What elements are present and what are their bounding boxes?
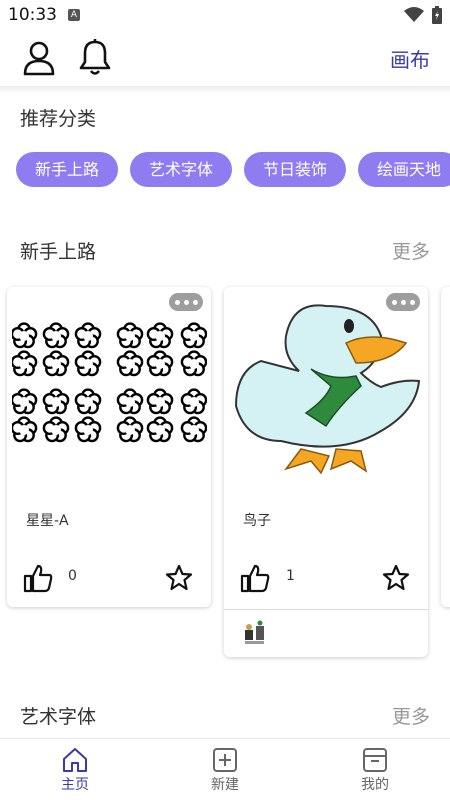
- like-count: 0: [68, 568, 77, 584]
- flower-shape: [146, 416, 174, 443]
- flower-shape: [42, 388, 70, 415]
- flower-shape: [74, 322, 102, 349]
- nav-mine[interactable]: 我的: [300, 739, 450, 801]
- flower-shape: [12, 322, 38, 349]
- thumbs-up-icon[interactable]: [23, 563, 53, 593]
- bottom-nav: 主页 新建 我的: [0, 738, 450, 801]
- thumbs-up-icon[interactable]: [240, 563, 270, 593]
- plus-box-icon: [213, 748, 237, 772]
- like-count: 1: [286, 568, 295, 584]
- flower-shape: [42, 350, 70, 377]
- recommend-title: 推荐分类: [20, 108, 97, 130]
- canvas-link[interactable]: 画布: [390, 44, 430, 73]
- nav-label-home: 主页: [61, 777, 89, 793]
- flower-shape: [116, 416, 144, 443]
- status-bar: 10:33 A: [0, 0, 450, 30]
- bell-icon[interactable]: [78, 39, 112, 77]
- flower-shape: [74, 416, 102, 443]
- user-icon[interactable]: [22, 40, 56, 76]
- author-avatar: [245, 620, 264, 644]
- card-title: 星星-A: [26, 513, 69, 529]
- flower-shape: [74, 388, 102, 415]
- flower-shape: [146, 388, 174, 415]
- flower-shape: [42, 416, 70, 443]
- nav-new[interactable]: 新建: [150, 739, 300, 801]
- flower-shape: [180, 416, 207, 443]
- nav-label-new: 新建: [211, 777, 239, 793]
- flower-shape: [180, 388, 207, 415]
- flower-shape: [116, 388, 144, 415]
- section-title-beginner: 新手上路: [20, 241, 97, 263]
- flower-shape: [42, 322, 70, 349]
- nav-home[interactable]: 主页: [0, 739, 150, 801]
- battery-icon: [432, 6, 442, 24]
- flower-shape: [12, 350, 38, 377]
- more-options-button[interactable]: [169, 293, 203, 311]
- flower-shape: [180, 322, 207, 349]
- section-title-art-font: 艺术字体: [20, 706, 97, 728]
- nav-label-mine: 我的: [361, 777, 389, 793]
- card-title: 鸟子: [243, 513, 271, 529]
- home-icon: [63, 748, 87, 772]
- flower-shape: [116, 350, 144, 377]
- flower-shape: [180, 350, 207, 377]
- status-time: 10:33: [8, 5, 57, 25]
- bird-thumbnail: [234, 304, 421, 475]
- template-card-peek[interactable]: [441, 287, 450, 607]
- more-options-button[interactable]: [386, 293, 420, 311]
- favorite-star-icon[interactable]: [165, 564, 193, 591]
- flower-shape: [74, 350, 102, 377]
- notification-icon: A: [68, 9, 80, 21]
- more-link-art-font[interactable]: 更多: [392, 702, 430, 729]
- chip-art-font[interactable]: 艺术字体: [130, 152, 233, 187]
- favorite-star-icon[interactable]: [382, 564, 410, 591]
- wifi-icon: [404, 7, 424, 22]
- stars-thumbnail: [12, 322, 207, 443]
- chip-holiday[interactable]: 节日装饰: [244, 152, 347, 187]
- chip-beginner[interactable]: 新手上路: [16, 152, 119, 187]
- chip-painting[interactable]: 绘画天地: [358, 152, 450, 187]
- template-card[interactable]: 鸟子 1: [224, 287, 428, 657]
- box-icon: [363, 748, 387, 772]
- flower-shape: [116, 322, 144, 349]
- more-link-beginner[interactable]: 更多: [392, 237, 430, 264]
- flower-shape: [12, 388, 38, 415]
- template-card[interactable]: 星星-A 0: [7, 287, 211, 607]
- top-app-bar: [0, 30, 450, 88]
- flower-shape: [146, 322, 174, 349]
- flower-shape: [146, 350, 174, 377]
- category-chips: 新手上路 艺术字体 节日装饰 绘画天地: [16, 152, 450, 188]
- flower-shape: [12, 416, 38, 443]
